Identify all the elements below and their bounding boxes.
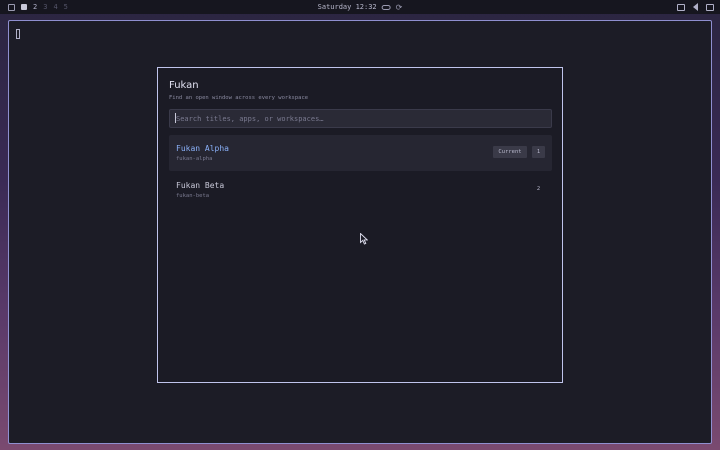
list-item[interactable]: Fukan Alpha fukan-alpha Current 1 xyxy=(169,135,552,171)
dialog-title: Fukan xyxy=(169,80,199,91)
window-glyph-icon xyxy=(16,29,20,39)
clock[interactable]: Saturday 12:32 ⟳ xyxy=(318,0,403,14)
system-tray xyxy=(677,0,714,14)
dialog-subtitle: Find an open window across every workspa… xyxy=(169,95,309,101)
workspace-2[interactable]: 2 xyxy=(33,3,37,11)
current-badge: Current xyxy=(493,146,527,158)
workspace-badge: 1 xyxy=(532,146,545,158)
display-icon[interactable] xyxy=(677,3,685,11)
result-app: fukan-alpha xyxy=(176,156,213,162)
workspace-badge: 2 xyxy=(536,186,541,192)
workspace-switcher: 2 3 4 5 xyxy=(0,3,68,11)
clock-text: Saturday 12:32 xyxy=(317,3,377,11)
cloud-icon xyxy=(381,4,391,10)
result-app: fukan-beta xyxy=(176,193,210,199)
workspace-1-indicator[interactable] xyxy=(21,4,27,10)
volume-icon[interactable] xyxy=(693,3,698,11)
text-caret xyxy=(175,113,176,123)
workspace-3[interactable]: 3 xyxy=(43,3,47,11)
fukan-dialog: Fukan Find an open window across every w… xyxy=(157,67,563,383)
notification-icon[interactable] xyxy=(706,3,714,11)
top-bar: 2 3 4 5 Saturday 12:32 ⟳ xyxy=(0,0,720,14)
results-list: Fukan Alpha fukan-alpha Current 1 Fukan … xyxy=(169,135,552,209)
workspace-5[interactable]: 5 xyxy=(64,3,68,11)
result-title: Fukan Alpha xyxy=(176,144,229,153)
workspace-4[interactable]: 4 xyxy=(53,3,57,11)
window-icon xyxy=(8,3,15,11)
list-item[interactable]: Fukan Beta fukan-beta 2 xyxy=(169,172,552,208)
search-input[interactable] xyxy=(169,109,552,128)
sync-icon: ⟳ xyxy=(395,2,403,12)
mouse-pointer-icon xyxy=(360,233,368,245)
result-title: Fukan Beta xyxy=(176,181,225,190)
